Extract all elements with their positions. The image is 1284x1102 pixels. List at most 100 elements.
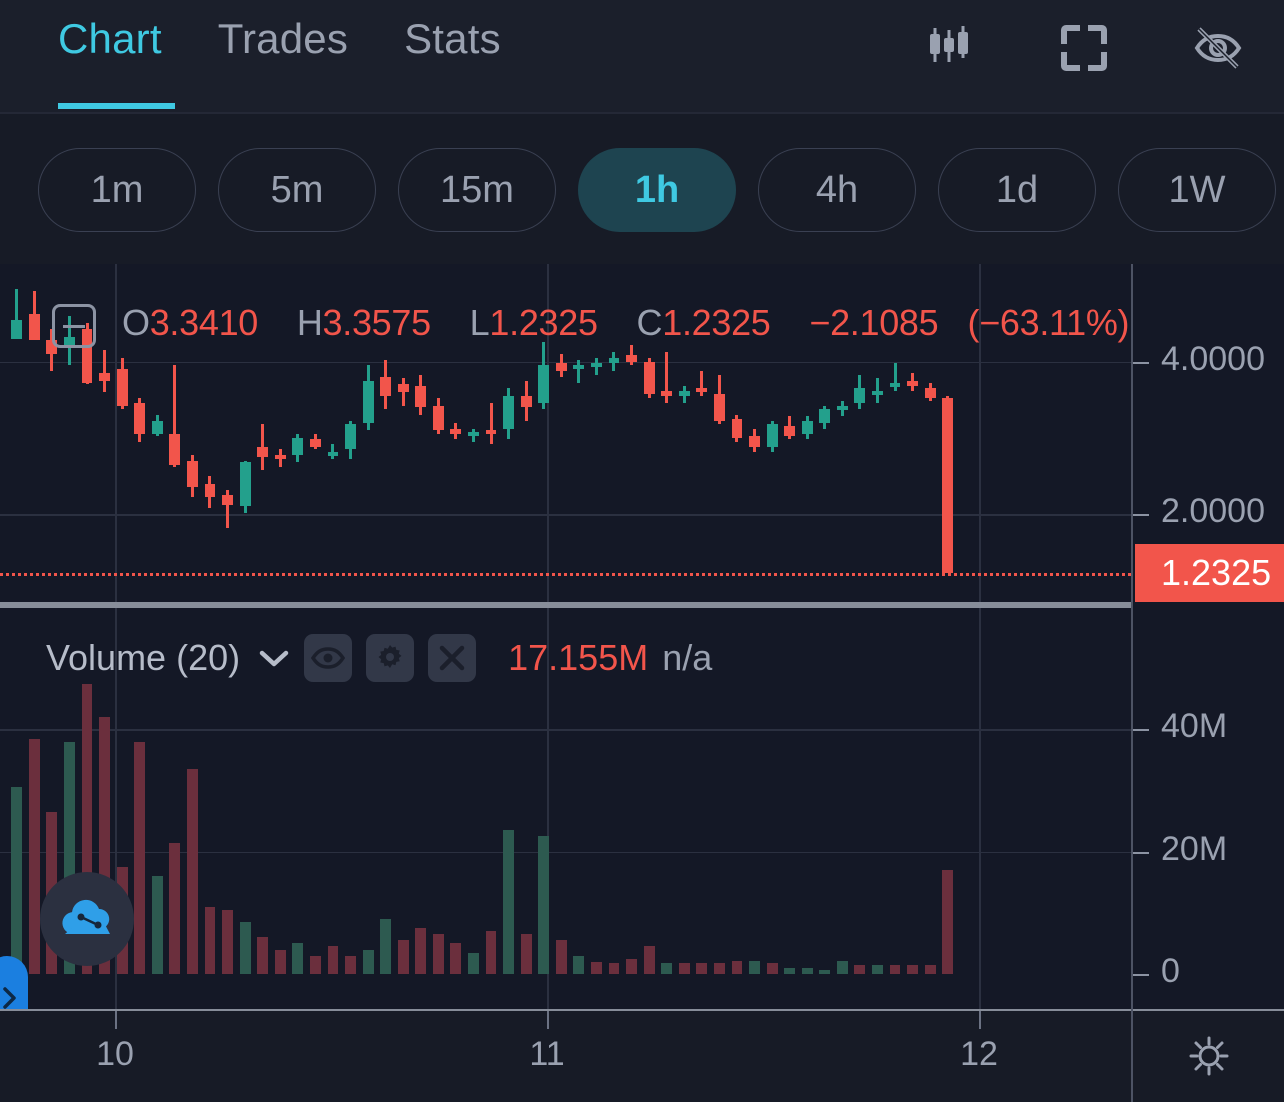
chart-area[interactable]: O3.3410 H3.3575 L1.2325 C1.2325 −2.1085 … <box>0 264 1284 1102</box>
timeframe-5m[interactable]: 5m <box>218 148 376 232</box>
time-axis[interactable]: 10 11 12 <box>0 1009 1284 1102</box>
volume-axis-label: 0 <box>1161 952 1180 990</box>
candle-body <box>731 418 743 438</box>
timeframe-15m[interactable]: 15m <box>398 148 556 232</box>
timeframe-1m[interactable]: 1m <box>38 148 196 232</box>
tab-trades[interactable]: Trades <box>218 18 348 70</box>
tab-chart-label: Chart <box>58 15 162 62</box>
volume-bar <box>907 965 919 974</box>
timeframe-5m-label: 5m <box>270 168 324 211</box>
candle-body <box>749 436 760 447</box>
volume-value: 17.155M <box>508 637 649 678</box>
ohlc-change-percent: (−63.11%) <box>967 302 1130 343</box>
volume-bar <box>766 962 778 974</box>
candle-body <box>415 385 427 408</box>
eye-off-icon[interactable] <box>1190 20 1246 76</box>
timeframe-1d-label: 1d <box>995 168 1039 211</box>
ohlc-low-value: 1.2325 <box>489 302 598 343</box>
volume-bar <box>889 965 901 974</box>
volume-bar <box>222 909 233 974</box>
candle-body <box>836 405 848 410</box>
tab-chart[interactable]: Chart <box>58 18 162 70</box>
volume-bar <box>819 969 831 974</box>
candle-wick <box>401 378 405 406</box>
candle-body <box>134 403 146 434</box>
candlestick-chart-type-icon[interactable] <box>922 20 978 76</box>
candle-body <box>661 390 673 396</box>
volume-legend: Volume (20) 17.155M n/a <box>46 634 712 682</box>
candle-body <box>169 434 181 465</box>
candle-wick <box>489 403 493 444</box>
volume-bar <box>713 962 725 974</box>
tab-trades-label: Trades <box>217 15 349 62</box>
candle-body <box>28 314 40 341</box>
volume-axis-tick <box>1133 974 1149 976</box>
app-header: Chart Trades Stats <box>0 0 1284 114</box>
current-price-line <box>0 572 1131 576</box>
pane-separator[interactable] <box>0 602 1131 608</box>
tab-stats[interactable]: Stats <box>404 18 501 70</box>
volume-bar <box>626 958 637 974</box>
volume-bar <box>555 940 567 974</box>
volume-axis-label: 20M <box>1161 829 1228 868</box>
time-axis-tick <box>547 1011 549 1029</box>
candle-body <box>274 454 286 460</box>
candle-body <box>239 462 251 507</box>
timeframe-1h-label: 1h <box>634 168 680 211</box>
volume-bar <box>415 928 427 974</box>
volume-bar <box>239 922 251 974</box>
volume-bar <box>362 949 374 974</box>
price-axis-label: 2.0000 <box>1161 492 1265 531</box>
volume-bar <box>608 962 620 974</box>
chart-settings-icon[interactable] <box>1131 1009 1284 1102</box>
volume-bar <box>380 918 392 974</box>
candle-body <box>116 369 128 406</box>
volume-bar <box>292 943 304 974</box>
volume-axis-tick <box>1133 729 1149 732</box>
settings-icon[interactable] <box>366 634 415 682</box>
volume-title: Volume (20) <box>46 637 241 678</box>
timeframe-4h[interactable]: 4h <box>758 148 916 232</box>
timeframe-1w-label: 1W <box>1168 168 1226 211</box>
remove-icon[interactable] <box>428 634 477 682</box>
tab-bar: Chart Trades Stats <box>58 18 501 70</box>
volume-bar <box>749 960 760 974</box>
candle-body <box>309 439 321 447</box>
candle-body <box>520 395 532 408</box>
volume-bar <box>696 962 708 974</box>
current-price-tag: 1.2325 <box>1135 543 1284 602</box>
candle-body <box>924 388 936 399</box>
timeframe-1w[interactable]: 1W <box>1118 148 1276 232</box>
candle-body <box>397 384 409 393</box>
volume-bar <box>468 952 479 974</box>
timeframe-1m-label: 1m <box>90 168 144 211</box>
candle-body <box>485 430 497 435</box>
fullscreen-icon[interactable] <box>1056 20 1112 76</box>
volume-bar <box>345 955 356 974</box>
volume-bar <box>590 961 602 974</box>
price-axis-tick <box>1133 514 1149 517</box>
timeframe-1h[interactable]: 1h <box>578 148 736 232</box>
volume-axis-label: 40M <box>1161 707 1228 746</box>
volume-bar <box>134 741 146 974</box>
candle-body <box>766 424 778 447</box>
volume-bar <box>678 962 690 974</box>
ohlc-close-value: 1.2325 <box>662 302 771 343</box>
candle-body <box>608 357 620 364</box>
ohlc-open-value: 3.3410 <box>149 302 259 343</box>
price-axis-label: 4.0000 <box>1161 339 1265 378</box>
volume-bar <box>151 876 163 974</box>
timeframe-1d[interactable]: 1d <box>938 148 1096 232</box>
visibility-icon[interactable] <box>304 634 353 682</box>
chevron-down-icon[interactable] <box>258 646 290 670</box>
candle-body <box>432 405 444 431</box>
candle-body <box>555 363 567 371</box>
candle-body <box>573 365 585 370</box>
trading-chart-app: Chart Trades Stats 1m 5m 15m 1h 4h 1d 1W… <box>0 0 1284 1102</box>
collapse-pane-button[interactable] <box>52 304 96 348</box>
ohlc-close-label: C <box>636 302 663 343</box>
price-axis[interactable]: 4.0000 2.0000 1.2325 40M 20M 0 <box>1131 264 1284 1102</box>
candle-body <box>362 380 374 423</box>
timeframe-4h-label: 4h <box>815 168 859 211</box>
candle-body <box>11 319 23 339</box>
